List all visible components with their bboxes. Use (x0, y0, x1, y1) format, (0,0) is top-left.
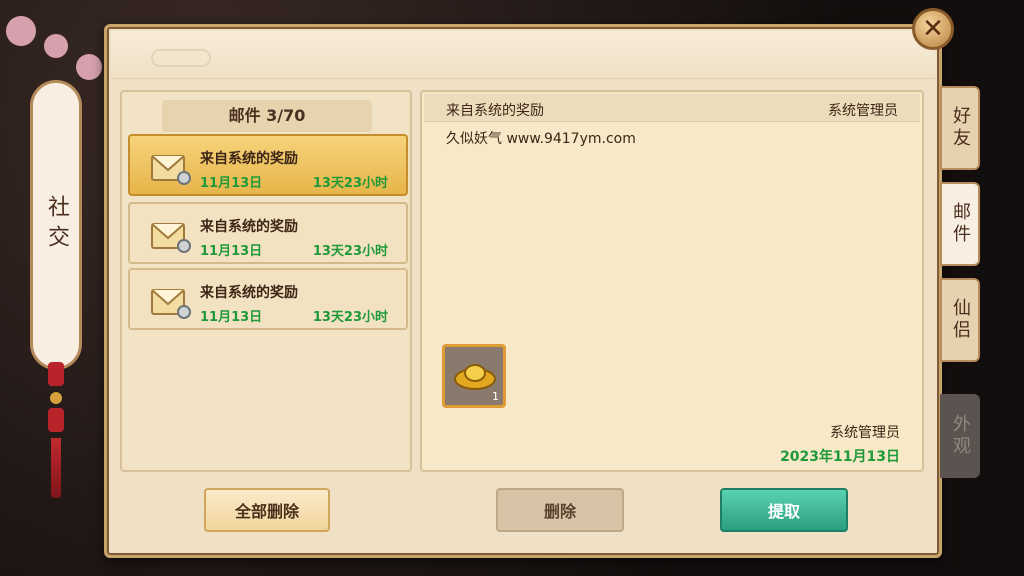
knot-icon (48, 362, 64, 386)
detail-sender: 系统管理员 (828, 103, 898, 119)
envelope-icon (151, 155, 191, 185)
detail-signature: 系统管理员 (830, 425, 900, 441)
tab-partner[interactable]: 仙侣 (940, 278, 980, 362)
bead-icon (50, 392, 62, 404)
envelope-icon (151, 223, 191, 253)
social-banner: 社交 (30, 80, 82, 370)
mail-date: 11月13日 (200, 176, 263, 191)
window-topbar (111, 31, 935, 79)
mail-expire-time: 13天23小时 (312, 244, 388, 259)
tassel-ornament (48, 362, 64, 512)
detail-subject: 来自系统的奖励 (446, 103, 544, 119)
mail-detail-panel: 来自系统的奖励 系统管理员 久似妖气 www.9417ym.com 1 系统管理… (420, 90, 924, 472)
detail-header: 来自系统的奖励 系统管理员 (424, 94, 920, 122)
mail-title: 来自系统的奖励 (200, 151, 298, 167)
tab-mail-label: 邮件 (950, 202, 971, 246)
tab-partner-label: 仙侣 (950, 298, 971, 342)
mail-list-item[interactable]: 来自系统的奖励 11月13日 13天23小时 (128, 268, 408, 330)
close-icon: ✕ (922, 14, 944, 44)
attachment-count: 1 (492, 390, 499, 403)
tab-friends[interactable]: 好友 (940, 86, 980, 170)
blossom-decoration (76, 54, 102, 80)
mail-list-panel: 邮件 3/70 来自系统的奖励 11月13日 13天23小时 来自系统的奖励 1… (120, 90, 412, 472)
delete-button[interactable]: 删除 (496, 488, 624, 532)
tab-appearance-label: 外观 (950, 414, 971, 458)
tab-mail[interactable]: 邮件 (940, 182, 980, 266)
fringe-icon (51, 438, 61, 498)
mail-expire-time: 13天23小时 (312, 310, 388, 325)
claim-button[interactable]: 提取 (720, 488, 848, 532)
tab-friends-label: 好友 (950, 106, 971, 150)
mail-title: 来自系统的奖励 (200, 219, 298, 235)
detail-date: 2023年11月13日 (780, 449, 900, 465)
social-banner-label: 社交 (44, 195, 69, 255)
detail-body: 久似妖气 www.9417ym.com (446, 131, 636, 147)
knot-icon (48, 408, 64, 432)
gold-ingot-icon (454, 364, 496, 390)
mail-list-item[interactable]: 来自系统的奖励 11月13日 13天23小时 (128, 202, 408, 264)
blossom-decoration (44, 34, 68, 58)
blossom-decoration (6, 16, 36, 46)
attachment-slot[interactable]: 1 (442, 344, 506, 408)
tab-appearance[interactable]: 外观 (940, 394, 980, 478)
mail-date: 11月13日 (200, 244, 263, 259)
mail-expire-time: 13天23小时 (312, 176, 388, 191)
mail-count-header: 邮件 3/70 (162, 100, 372, 132)
mail-list-item[interactable]: 来自系统的奖励 11月13日 13天23小时 (128, 134, 408, 196)
mail-date: 11月13日 (200, 310, 263, 325)
delete-all-button[interactable]: 全部删除 (204, 488, 330, 532)
mail-title: 来自系统的奖励 (200, 285, 298, 301)
envelope-icon (151, 289, 191, 319)
close-button[interactable]: ✕ (912, 8, 954, 50)
cloud-ornament (151, 49, 211, 67)
